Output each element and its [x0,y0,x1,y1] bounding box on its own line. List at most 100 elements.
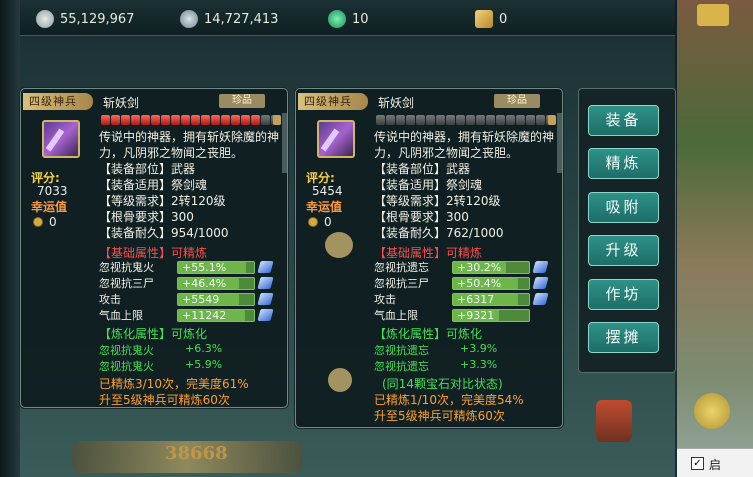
gem-slot [161,115,170,125]
gem-icon[interactable] [257,261,274,273]
item-description: 传说中的神器，拥有斩妖除魔的神力，凡阴邪之物闻之丧胆。 [374,130,555,160]
ticket-amount: 0 [499,11,508,27]
gem-icon[interactable] [257,277,274,289]
gem-slot [171,115,180,125]
coin-resource: 14,727,413 [180,10,278,28]
info-list: 【装备部位】武器 【装备适用】祭剑魂 【等级需求】2转120级 【根骨要求】30… [374,161,504,241]
equip-button[interactable]: 装备 [588,105,659,136]
tooltip-scrollbar[interactable] [282,113,287,173]
check-icon[interactable]: ✓ [691,457,704,470]
info-durability: 【装备耐久】954/1000 [99,226,229,240]
upgrade-button[interactable]: 升级 [588,235,659,266]
compare-note: (同14颗宝石对比状态) [382,377,503,391]
luck-value: 0 [49,215,57,229]
attr-bar: +6317 [452,292,530,306]
stall-button[interactable]: 摆摊 [588,322,659,353]
gem-slot [436,115,445,125]
attr-bar: +50.4% [452,276,530,290]
basic-attr-row: 攻击 +5549 [99,292,274,306]
gem-slots [101,115,280,125]
workshop-button[interactable]: 作坊 [588,279,659,310]
bag-icon[interactable] [328,368,352,392]
basic-attr-row: 气血上限 +9321 [374,308,530,322]
refine-attr-row: 忽视抗鬼火 +6.3% [99,342,223,357]
gem-slot [221,115,230,125]
basic-attr-row: 气血上限 +11242 [99,308,274,322]
info-level: 【等级需求】2转120级 [374,194,501,208]
coin-icon [180,10,198,28]
palace-icon [697,4,729,26]
gem-slot [446,115,455,125]
silver-amount: 55,129,967 [60,11,135,27]
luck-value: 0 [324,215,332,229]
refine-button[interactable]: 精炼 [588,148,659,179]
gem-slot [506,115,515,125]
silver-icon [36,10,54,28]
gem-slot [261,115,270,125]
side-scene-strip: ✓ 启 [677,0,753,477]
gem-slot [416,115,425,125]
gem-slot [231,115,240,125]
gem-slot [386,115,395,125]
tooltip-scrollbar[interactable] [557,113,562,173]
info-level: 【等级需求】2转120级 [99,194,226,208]
luck-label: 幸运值 [306,200,343,214]
gem-slot [526,115,535,125]
attr-bar: +30.2% [452,260,530,274]
refine-attr-row: 忽视抗鬼火 +5.9% [99,358,223,373]
gem-slot [376,115,385,125]
upgrade-hint: 升至5级神兵可精炼60次 [99,393,230,407]
auto-checkbox-area[interactable]: ✓ 启 [677,448,753,477]
gem-slot [406,115,415,125]
attr-bar: +55.1% [177,260,255,274]
gem-slot [251,115,260,125]
gem-slots [376,115,555,125]
gem-icon[interactable] [532,293,549,305]
gem-slot [426,115,435,125]
score-value: 7033 [37,184,68,198]
luck-coin-icon [33,217,43,227]
gem-slot [516,115,525,125]
item-description: 传说中的神器，拥有斩妖除魔的神力，凡阴邪之物闻之丧胆。 [99,130,280,160]
info-class: 【装备适用】祭剑魂 [99,178,208,192]
luck-label: 幸运值 [31,200,68,214]
gem-slot [141,115,150,125]
gourd-icon[interactable] [694,393,730,429]
refine-attr-row: 忽视抗遗忘 +3.9% [374,342,498,357]
gem-slot-end-icon [548,115,556,125]
gem-slot [111,115,120,125]
gem-icon[interactable] [257,309,274,321]
attr-bar: +46.4% [177,276,255,290]
coin-amount: 14,727,413 [204,11,279,27]
info-list: 【装备部位】武器 【装备适用】祭剑魂 【等级需求】2转120级 【根骨要求】30… [99,161,229,241]
gift-icon[interactable] [596,400,632,442]
gem-icon[interactable] [532,261,549,273]
luck-value-row: 0 [308,215,332,229]
gem-slot [211,115,220,125]
basic-attr-row: 攻击 +6317 [374,292,549,306]
ticket-icon [475,10,493,28]
basic-attr-row: 忽视抗遗忘 +30.2% [374,260,549,274]
refine-status: 已精炼3/10次，完美度61% [99,377,249,391]
gem-icon[interactable] [532,277,549,289]
gem-slot [191,115,200,125]
absorb-button[interactable]: 吸附 [588,192,659,223]
silver-resource: 55,129,967 [36,10,134,28]
gem-slot [536,115,545,125]
info-slot: 【装备部位】武器 [99,162,196,176]
item-name: 斩妖剑 [378,96,415,110]
jade-resource: 10 [328,10,369,28]
info-durability: 【装备耐久】762/1000 [374,226,504,240]
info-root: 【根骨要求】300 [99,210,194,224]
gem-icon[interactable] [257,293,274,305]
compare-arrow-icon[interactable] [325,232,353,258]
basic-attr-row: 忽视抗鬼火 +55.1% [99,260,274,274]
gem-slot [396,115,405,125]
info-slot: 【装备部位】武器 [374,162,471,176]
sword-icon [317,120,355,158]
score-value: 5454 [312,184,343,198]
item-name: 斩妖剑 [103,96,140,110]
refine-attr-row: 忽视抗遗忘 +3.3% [374,358,498,373]
gem-slot [101,115,110,125]
luck-value-row: 0 [33,215,57,229]
